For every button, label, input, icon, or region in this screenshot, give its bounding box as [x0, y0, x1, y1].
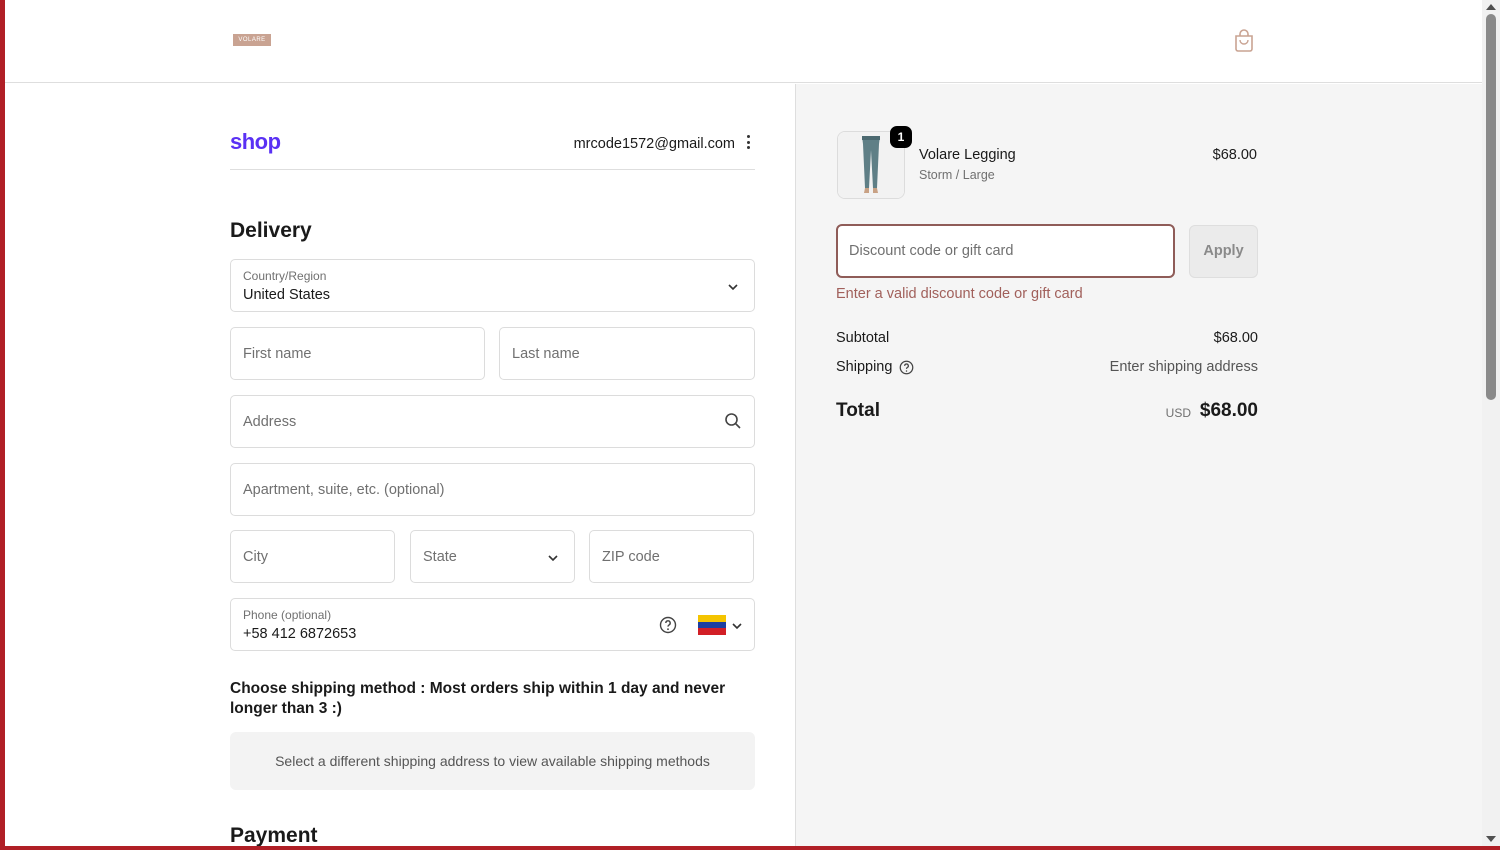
account-email: mrcode1572@gmail.com [573, 136, 735, 152]
quantity-badge: 1 [890, 126, 912, 148]
discount-error-message: Enter a valid discount code or gift card [836, 286, 1083, 302]
subtotal-label: Subtotal [836, 330, 890, 346]
total-row: Total USD $68.00 [836, 400, 1258, 422]
shipping-method-heading: Choose shipping method : Most orders shi… [230, 680, 726, 717]
discount-placeholder: Discount code or gift card [849, 243, 1014, 259]
search-icon[interactable] [724, 412, 742, 430]
total-amount: $68.00 [1199, 400, 1258, 421]
city-field[interactable]: City [230, 530, 395, 583]
shipping-label: Shipping [836, 359, 893, 375]
venezuela-flag-icon[interactable] [698, 615, 726, 635]
account-menu-icon[interactable] [745, 135, 751, 151]
chevron-down-icon [728, 284, 738, 291]
shop-pay-logo: shop [230, 129, 281, 154]
phone-label: Phone (optional) [243, 608, 332, 622]
apartment-field[interactable]: Apartment, suite, etc. (optional) [230, 463, 755, 516]
first-name-field[interactable]: First name [230, 327, 485, 380]
shipping-notice: Select a different shipping address to v… [230, 732, 755, 790]
scroll-up-arrow-icon[interactable] [1486, 4, 1496, 10]
first-name-placeholder: First name [243, 345, 312, 362]
zip-placeholder: ZIP code [602, 548, 660, 565]
shipping-row: Shipping Enter shipping address [836, 359, 1258, 375]
subtotal-value: $68.00 [1213, 330, 1258, 346]
address-placeholder: Address [243, 413, 297, 430]
scroll-thumb[interactable] [1486, 14, 1496, 400]
product-thumbnail: 1 [837, 126, 912, 199]
page-scrollbar[interactable] [1482, 0, 1500, 846]
product-name: Volare Legging [919, 147, 1016, 163]
shopping-bag-icon[interactable] [1233, 28, 1255, 52]
brand-logo[interactable]: VOLARE [233, 34, 271, 46]
zip-field[interactable]: ZIP code [589, 530, 754, 583]
apply-discount-button[interactable]: Apply [1189, 225, 1258, 278]
help-circle-icon[interactable] [899, 360, 914, 375]
total-currency: USD [1165, 406, 1191, 420]
country-value: United States [243, 287, 331, 303]
state-select[interactable]: State [410, 530, 575, 583]
shipping-value: Enter shipping address [1109, 359, 1258, 375]
country-label: Country/Region [243, 269, 327, 283]
product-price: $68.00 [1212, 147, 1257, 163]
address-field[interactable]: Address [230, 395, 755, 448]
subtotal-row: Subtotal $68.00 [836, 330, 1258, 346]
site-header: VOLARE [5, 0, 1482, 83]
country-select[interactable]: Country/Region United States [230, 259, 755, 312]
state-placeholder: State [423, 548, 457, 565]
chevron-down-icon [548, 555, 558, 562]
delivery-title: Delivery [230, 219, 312, 242]
last-name-placeholder: Last name [512, 345, 580, 362]
checkout-form-column: shop mrcode1572@gmail.com Delivery Count… [5, 84, 795, 846]
discount-code-input[interactable]: Discount code or gift card [836, 224, 1175, 278]
total-label: Total [836, 400, 880, 421]
apartment-placeholder: Apartment, suite, etc. (optional) [243, 481, 445, 498]
scroll-down-arrow-icon[interactable] [1486, 836, 1496, 842]
phone-field[interactable]: Phone (optional) +58 412 6872653 [230, 598, 755, 651]
city-placeholder: City [243, 548, 268, 565]
last-name-field[interactable]: Last name [499, 327, 755, 380]
divider [230, 169, 755, 170]
order-summary-column: 1 Volare Legging Storm / Large $68.00 Di… [795, 84, 1482, 846]
phone-value: +58 412 6872653 [243, 626, 357, 642]
help-circle-icon[interactable] [659, 616, 677, 634]
product-variant: Storm / Large [919, 168, 995, 182]
browser-window: VOLARE shop mrcode1572@gmail.com Deliver… [5, 0, 1482, 846]
payment-title: Payment [230, 824, 318, 846]
chevron-down-icon[interactable] [731, 622, 743, 630]
